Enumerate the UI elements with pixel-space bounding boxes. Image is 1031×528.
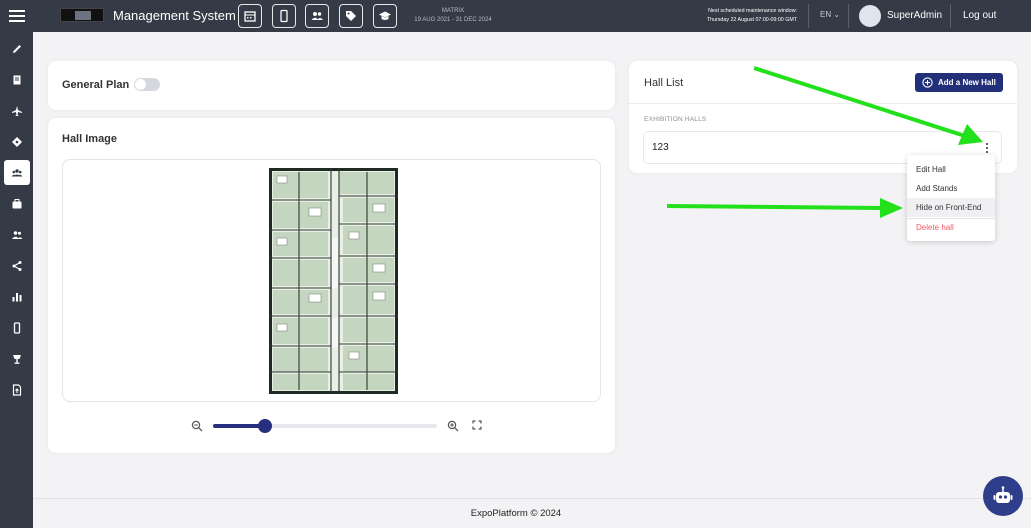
arrow-line-to-menu [666,204,883,210]
hamburger-menu-icon[interactable] [9,10,25,22]
pencil-icon[interactable] [4,36,30,61]
divider [950,4,951,28]
hall-name: 123 [652,142,669,153]
share-icon[interactable] [4,253,30,278]
maintenance-line1: Next scheduled maintenance window: [708,8,797,14]
zoom-in-icon[interactable] [447,420,459,432]
app-title: Management System [113,8,236,23]
more-options-icon[interactable] [983,142,991,154]
mobile-icon[interactable] [4,315,30,340]
divider [629,103,1017,104]
floor-plan-image[interactable] [269,168,398,394]
general-plan-card [48,61,615,110]
plane-icon[interactable] [4,98,30,123]
language-selector[interactable]: EN ⌄ [820,10,840,19]
fullscreen-icon[interactable] [472,420,482,430]
zoom-slider-fill [213,424,265,428]
graduation-cap-icon[interactable] [373,4,397,28]
add-new-hall-button[interactable]: Add a New Hall [915,73,1003,92]
general-plan-toggle[interactable] [134,78,160,91]
tag-icon[interactable] [339,4,363,28]
hall-list-title: Hall List [644,77,684,89]
chatbot-icon[interactable] [983,476,1023,516]
mobile-icon[interactable] [272,4,296,28]
divider [808,4,809,28]
company-logo [60,8,104,22]
logout-button[interactable]: Log out [963,10,996,21]
zoom-slider-thumb[interactable] [257,419,272,433]
user-name[interactable]: SuperAdmin [887,10,942,21]
briefcase-icon[interactable] [4,191,30,216]
maintenance-notice: Next scheduled maintenance window: Thurs… [660,7,797,25]
users-icon[interactable] [305,4,329,28]
event-dates: 19 AUG 2021 - 31 DEC 2024 [414,17,492,23]
book-icon[interactable] [4,67,30,92]
footer-divider [33,498,1031,499]
event-info[interactable]: MATRIX 19 AUG 2021 - 31 DEC 2024 [411,7,495,25]
section-label: EXHIBITION HALLS [644,116,707,123]
calendar-icon[interactable] [238,4,262,28]
avatar[interactable] [859,5,881,27]
plus-circle-icon [922,77,933,88]
language-label: EN [820,10,832,19]
maintenance-line2: Thursday 22 August 07:00-09:00 GMT [706,17,797,23]
general-plan-label: General Plan [62,79,130,91]
menu-item-edit-hall[interactable]: Edit Hall [907,160,995,179]
arrow-head-to-menu [880,198,903,218]
menu-item-hide-on-front-end[interactable]: Hide on Front-End [907,198,995,217]
chevron-down-icon: ⌄ [833,10,841,19]
menu-item-delete-hall[interactable]: Delete hall [907,218,995,237]
hall-image-title: Hall Image [62,133,118,145]
group-icon[interactable] [4,160,30,185]
add-new-hall-label: Add a New Hall [938,78,996,87]
divider [848,4,849,28]
bar-chart-icon[interactable] [4,284,30,309]
top-bar: Management System MATRIX 19 AUG 2021 - 3… [0,0,1031,32]
people-icon[interactable] [4,222,30,247]
menu-item-add-stands[interactable]: Add Stands [907,179,995,198]
sidebar [0,32,33,528]
zoom-slider[interactable] [213,419,437,433]
lamp-icon[interactable] [4,346,30,371]
ticket-icon[interactable] [4,129,30,154]
file-upload-icon[interactable] [4,377,30,402]
footer-text: ExpoPlatform © 2024 [470,508,562,519]
zoom-out-icon[interactable] [191,420,203,432]
hall-context-menu: Edit Hall Add Stands Hide on Front-End D… [907,155,995,241]
event-name: MATRIX [441,8,465,14]
